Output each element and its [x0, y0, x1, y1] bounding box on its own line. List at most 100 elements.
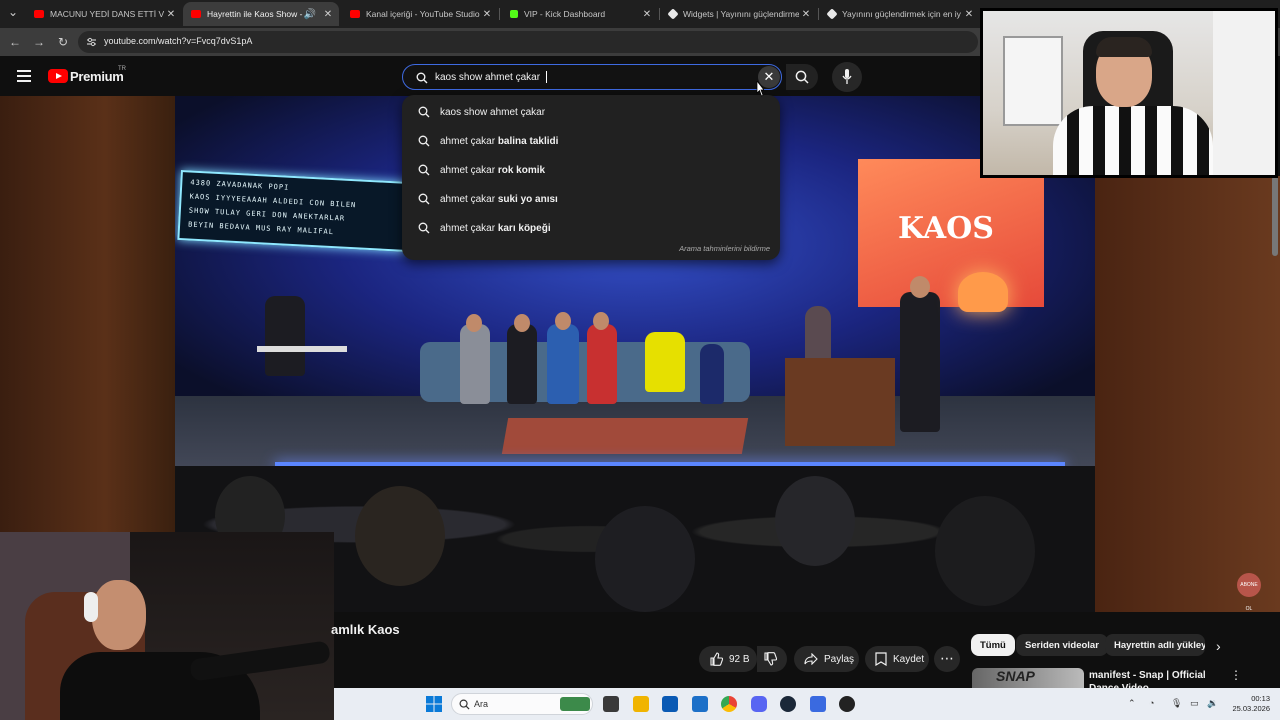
save-button[interactable]: Kaydet	[865, 646, 929, 672]
reload-icon[interactable]: ↻	[54, 33, 72, 51]
report-predictions-link[interactable]: Arama tahminlerini bildirme	[679, 244, 770, 253]
chip-uploader[interactable]: Hayrettin adlı yükleyi	[1105, 634, 1205, 656]
youtube-icon	[34, 10, 44, 18]
obs-icon[interactable]	[839, 696, 855, 712]
chrome-icon[interactable]	[721, 696, 737, 712]
tray-chevron-icon[interactable]: ⌃	[1128, 698, 1136, 709]
store-icon[interactable]	[662, 696, 678, 712]
headphones	[84, 592, 98, 622]
suggestion-item[interactable]: ahmet çakar suki yo anısı	[402, 186, 780, 212]
suggestion-item[interactable]: kaos show ahmet çakar	[402, 99, 780, 125]
browser-tab-3[interactable]: Kanal içeriği - YouTube Studio ✕	[342, 2, 498, 26]
close-tab-icon[interactable]: ✕	[640, 9, 654, 20]
url-text: youtube.com/watch?v=Fvcq7dvS1pA	[104, 36, 253, 46]
kick-icon	[510, 10, 518, 18]
recommendation-thumbnail-text: SNAP	[996, 668, 1035, 684]
forward-icon[interactable]: →	[30, 33, 48, 51]
scrollbar[interactable]	[1272, 176, 1278, 256]
outlook-icon[interactable]	[692, 696, 708, 712]
more-vert-icon[interactable]: ⋮	[1230, 668, 1242, 682]
display-icon[interactable]: ▭	[1190, 698, 1199, 709]
volume-icon[interactable]: 🔉	[1207, 698, 1218, 709]
stage-rug	[501, 418, 749, 454]
close-tab-icon[interactable]: ✕	[164, 9, 178, 20]
microphone-icon	[842, 69, 852, 84]
youtube-icon	[191, 10, 201, 18]
widget-icon	[826, 8, 838, 20]
more-actions-button[interactable]: ⋯	[934, 646, 960, 672]
suggestion-item[interactable]: ahmet çakar rok komik	[402, 157, 780, 183]
webcam-overlay-top	[980, 8, 1278, 178]
like-button[interactable]: 92 B	[699, 646, 757, 672]
keyboard-instrument	[257, 346, 347, 352]
address-bar[interactable]: youtube.com/watch?v=Fvcq7dvS1pA	[78, 31, 978, 53]
page-background-right	[1095, 176, 1280, 612]
youtube-premium-logo[interactable]: Premium	[70, 69, 124, 84]
chip-series[interactable]: Seriden videolar	[1016, 634, 1108, 656]
stage-lamp	[958, 272, 1008, 312]
host-desk	[785, 358, 895, 446]
search-button[interactable]	[786, 64, 818, 90]
taskbar-clock[interactable]: 00:13 25.03.2026	[1226, 694, 1270, 714]
youtube-icon	[350, 10, 360, 18]
search-icon	[418, 193, 430, 205]
widget-icon	[667, 8, 679, 20]
guest-4	[587, 324, 617, 404]
chip-all[interactable]: Tümü	[971, 634, 1015, 656]
close-tab-icon[interactable]: ✕	[962, 9, 976, 20]
close-tab-icon[interactable]: ✕	[799, 9, 813, 20]
close-tab-icon[interactable]: ✕	[321, 9, 335, 20]
subscribe-watermark[interactable]: ABONE OL	[1237, 573, 1261, 612]
steam-icon[interactable]	[780, 696, 796, 712]
site-info-icon[interactable]	[86, 37, 97, 47]
like-count: 92 B	[729, 653, 750, 665]
guest-1	[460, 324, 490, 404]
guest-3	[547, 324, 579, 404]
speaker-icon[interactable]: 🔊	[303, 9, 317, 20]
chevron-right-icon[interactable]: ›	[1216, 638, 1221, 654]
voice-search-button[interactable]	[832, 62, 862, 92]
search-input[interactable]: kaos show ahmet çakar	[402, 64, 782, 90]
microphone-icon[interactable]: 🎙	[1171, 698, 1182, 709]
guest-child	[700, 344, 724, 404]
task-view-icon[interactable]	[603, 696, 619, 712]
bookmark-icon	[875, 652, 887, 666]
suggestion-item[interactable]: ahmet çakar karı köpeği	[402, 215, 780, 241]
browser-tab-1[interactable]: MACUNU YEDİ DANS ETTİ VS H ✕	[26, 2, 182, 26]
page-background-left	[0, 96, 175, 532]
recommendation-title[interactable]: manifest - Snap | Official Dance Video	[1089, 669, 1229, 689]
search-icon	[418, 164, 430, 176]
search-icon	[418, 135, 430, 147]
back-icon[interactable]: ←	[6, 33, 24, 51]
dislike-button[interactable]	[757, 646, 787, 672]
share-button[interactable]: Paylaş	[794, 646, 859, 672]
taskbar-search-input[interactable]	[451, 693, 593, 715]
youtube-logo-icon[interactable]	[48, 69, 68, 83]
taskbar-search-placeholder: Ara	[474, 699, 489, 709]
thumbs-down-icon	[764, 652, 777, 666]
share-icon	[804, 653, 818, 665]
browser-tab-4[interactable]: VIP - Kick Dashboard ✕	[502, 2, 658, 26]
browser-tab-2[interactable]: Hayrettin ile Kaos Show - 2 🔊 ✕	[183, 2, 339, 26]
country-code: TR	[118, 66, 126, 72]
text-caret	[546, 71, 547, 83]
browser-tab-6[interactable]: Yayınını güçlendirmek için en iy ✕	[820, 2, 980, 26]
search-query-text: kaos show ahmet çakar	[435, 72, 541, 83]
app-icon[interactable]	[810, 696, 826, 712]
suggestion-item[interactable]: ahmet çakar balina taklidi	[402, 128, 780, 154]
webcam-overlay-bottom	[0, 532, 334, 720]
guest-2	[507, 324, 537, 404]
guest-5	[645, 332, 685, 392]
close-tab-icon[interactable]: ✕	[480, 9, 494, 20]
file-explorer-icon[interactable]	[633, 696, 649, 712]
network-icon[interactable]: ◔	[1149, 698, 1154, 708]
tab-search-icon[interactable]: ⌄	[4, 3, 22, 21]
keyboard-player	[265, 296, 305, 376]
kaos-show-screen: KAOS	[858, 159, 1044, 307]
mouse-cursor-icon	[756, 81, 764, 97]
windows-start-icon[interactable]	[426, 696, 442, 712]
search-icon	[459, 699, 470, 710]
browser-tab-5[interactable]: Widgets | Yayınını güçlendirmek ✕	[661, 2, 817, 26]
menu-icon[interactable]	[17, 70, 31, 82]
discord-icon[interactable]	[751, 696, 767, 712]
